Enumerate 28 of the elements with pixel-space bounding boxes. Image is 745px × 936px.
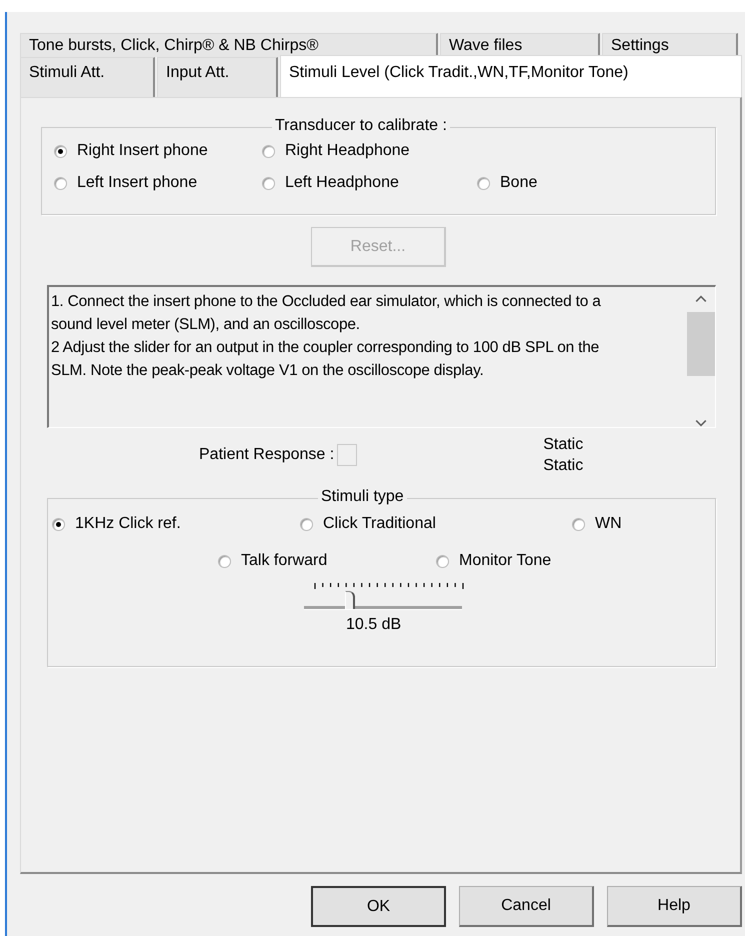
radio-button[interactable]: 1KHz Click ref.	[52, 515, 181, 533]
slider-value: 10.5 dB	[346, 616, 402, 634]
group-title: Stimuli type	[318, 488, 407, 506]
dialog-button[interactable]: Help	[607, 886, 742, 927]
radio-button[interactable]: Monitor Tone	[436, 552, 552, 570]
slider-track[interactable]	[304, 591, 462, 610]
static-label: Static	[543, 435, 584, 455]
radio-button[interactable]: Talk forward	[218, 552, 328, 570]
dialog-button[interactable]: OK	[311, 886, 446, 927]
instructions-text: 1. Connect the insert phone to the Occluded ear simulator, which is connected to a sound level meter (SLM), and an oscilloscope. 2 Adjust the slider for an output in the coupler corresponding to 100 dB SPL on the SLM. Note the peak-peak voltage V1 on the oscilloscope display.	[50, 292, 602, 381]
patient-response-checkbox[interactable]	[337, 444, 358, 466]
tab[interactable]: Settings	[602, 33, 738, 57]
tab[interactable]: Input Att.	[157, 57, 278, 97]
slider-thumb[interactable]	[345, 591, 356, 609]
patient-response-label: Patient Response :	[199, 446, 334, 464]
tab[interactable]: Stimuli Att.	[20, 57, 155, 97]
static-label: Static	[543, 456, 584, 476]
tab[interactable]: Stimuli Level (Click Tradit.,WN,TF,Monitor Tone)	[280, 55, 742, 97]
radio-button[interactable]: Click Traditional	[300, 515, 436, 533]
radio-button[interactable]: Right Insert phone	[54, 142, 208, 160]
tab[interactable]: Wave files	[440, 33, 600, 57]
tab[interactable]: Tone bursts, Click, Chirp® & NB Chirps®	[20, 33, 438, 57]
dialog-button[interactable]: Cancel	[459, 886, 594, 927]
radio-button[interactable]: Right Headphone	[262, 142, 410, 160]
radio-button[interactable]: Left Insert phone	[54, 174, 198, 192]
radio-button[interactable]: WN	[572, 515, 622, 533]
radio-button[interactable]: Left Headphone	[262, 174, 399, 192]
radio-button[interactable]: Bone	[477, 174, 538, 192]
